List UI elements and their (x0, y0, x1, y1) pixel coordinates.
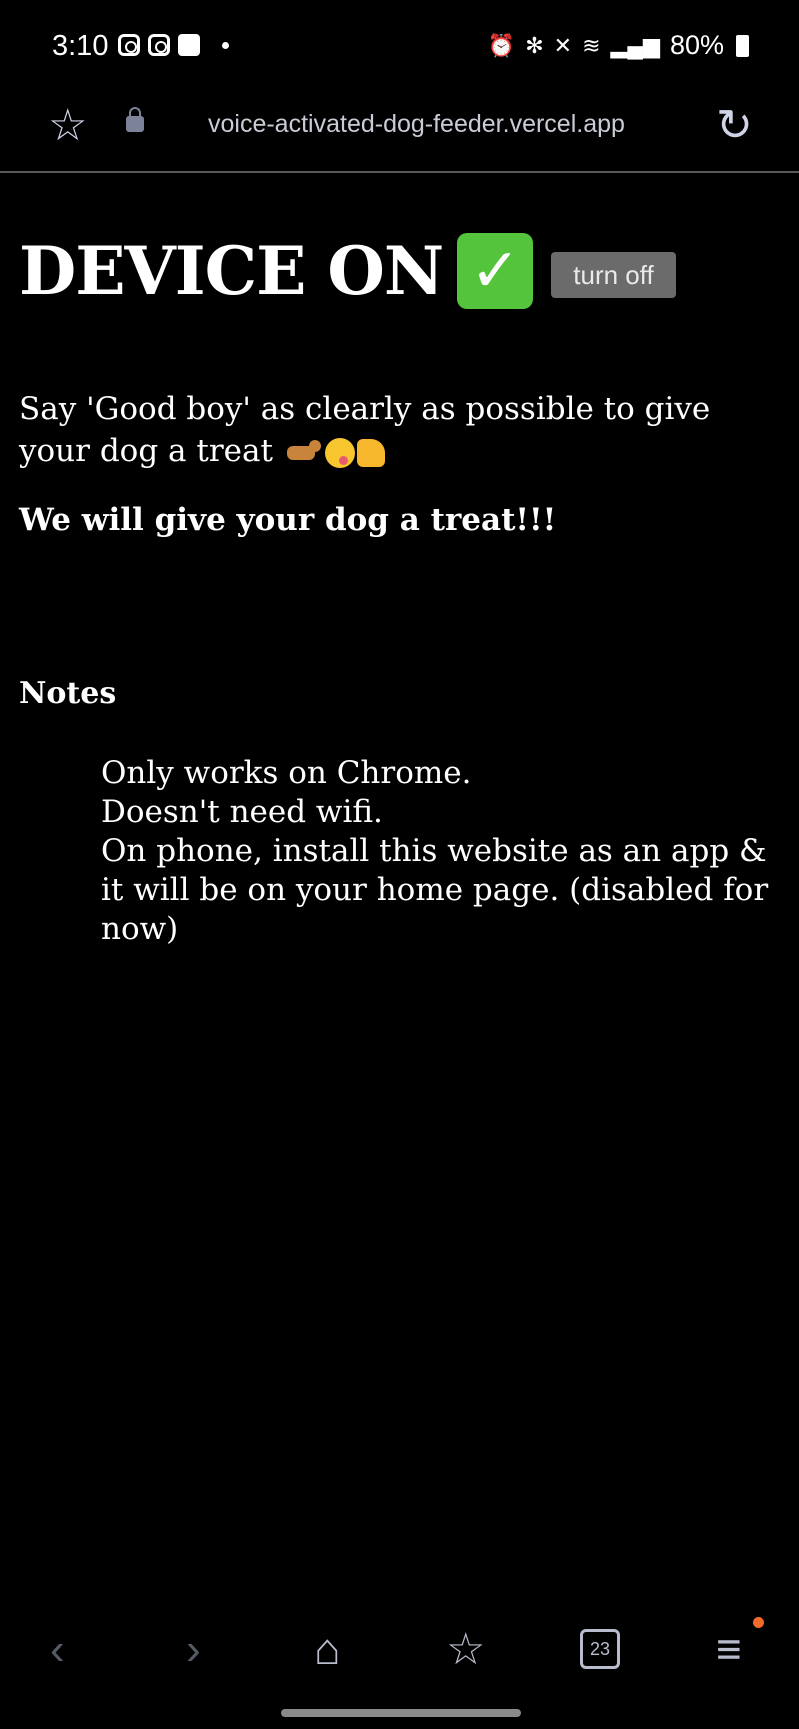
tabs-button[interactable]: 23 (580, 1629, 620, 1669)
mute-icon: ✕ (553, 32, 573, 58)
reload-icon[interactable]: ↻ (716, 104, 753, 148)
home-indicator[interactable] (281, 1709, 521, 1717)
url-text[interactable]: voice-activated-dog-feeder.vercel.app (208, 110, 625, 139)
notification-icons (118, 34, 229, 56)
wifi-icon: ≋ (582, 32, 601, 58)
thumbs-up-icon (356, 438, 385, 467)
home-button[interactable]: ⌂ (314, 1615, 341, 1685)
list-item: On phone, install this website as an app… (101, 833, 769, 947)
instruction-text: Say 'Good boy' as clearly as possible to… (19, 388, 789, 472)
back-button[interactable]: ‹ (50, 1615, 65, 1685)
dog-icon (283, 438, 323, 468)
treat-message: We will give your dog a treat!!! (19, 502, 557, 538)
status-bar: 3:10 ⏰ ✻ ✕ ≋ ▂▄▆ 80% (0, 0, 799, 100)
yum-face-icon (324, 437, 355, 468)
battery-percent: 80% (669, 30, 724, 60)
list-item: Doesn't need wifi. (101, 794, 383, 830)
notes-heading: Notes (19, 676, 117, 711)
menu-button[interactable]: ≡ (716, 1615, 742, 1685)
more-notifications-icon (222, 41, 229, 49)
notes-list: Only works on Chrome. Doesn't need wifi.… (101, 754, 791, 949)
page-title: DEVICE ON (19, 232, 444, 310)
turn-off-button[interactable]: turn off (551, 252, 676, 298)
gallery-icon (178, 34, 200, 56)
list-item: Only works on Chrome. (101, 755, 472, 791)
browser-bottom-toolbar: ‹ › ⌂ ☆ 23 ≡ (0, 1615, 799, 1685)
signal-icon: ▂▄▆ (610, 32, 660, 58)
battery-icon (736, 34, 749, 57)
browser-url-bar: ☆ voice-activated-dog-feeder.vercel.app … (0, 100, 799, 170)
instagram-icon (118, 34, 140, 56)
status-time: 3:10 (52, 30, 109, 62)
lock-icon[interactable] (126, 107, 144, 132)
menu-badge (753, 1617, 764, 1628)
bluetooth-icon: ✻ (525, 32, 544, 58)
instruction-emojis (283, 437, 385, 468)
check-mark-icon: ✓ (457, 233, 534, 309)
bookmark-star-icon[interactable]: ☆ (48, 104, 87, 148)
forward-button[interactable]: › (186, 1615, 201, 1685)
headline-row: DEVICE ON ✓ (19, 232, 534, 310)
instagram-icon (148, 34, 170, 56)
system-icons: ⏰ ✻ ✕ ≋ ▂▄▆ 80% (488, 30, 749, 61)
toolbar-divider (0, 171, 799, 173)
alarm-icon: ⏰ (487, 32, 516, 58)
bookmarks-button[interactable]: ☆ (446, 1615, 485, 1685)
